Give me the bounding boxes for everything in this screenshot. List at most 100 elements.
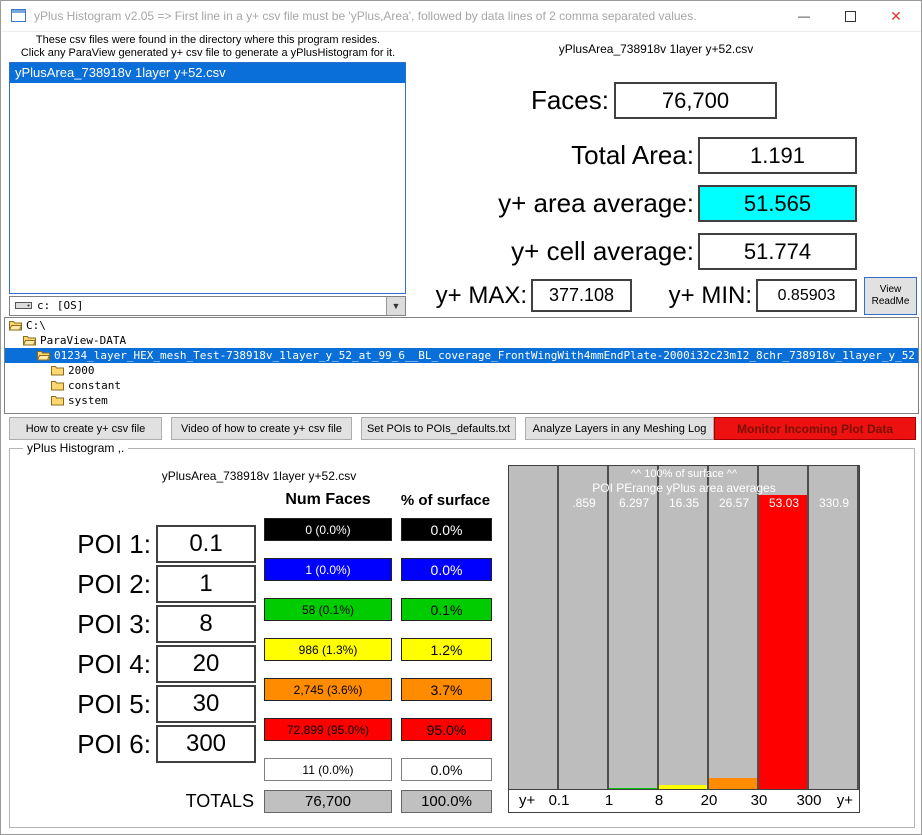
poi-6-num-faces: 72,899 (95.0%) <box>264 718 392 741</box>
chart-title: ^^ 100% of surface ^^ <box>509 468 859 480</box>
axis-tick: y+ <box>837 790 853 812</box>
instructions-line-2: Click any ParaView generated y+ csv file… <box>9 47 407 60</box>
maximize-button[interactable] <box>827 1 873 31</box>
tree-item[interactable]: ParaView-DATA <box>5 333 918 348</box>
poi-5-input[interactable] <box>156 685 256 723</box>
tree-item[interactable]: 2000 <box>5 363 918 378</box>
yplus-area-average-value: 51.565 <box>698 185 857 222</box>
bin-average: 26.57 <box>709 496 759 510</box>
chart-bar <box>709 778 757 789</box>
axis-tick: 30 <box>751 790 768 812</box>
poi-1-pct: 0.0% <box>401 518 492 541</box>
current-csv-label: yPlusArea_738918v 1layer y+52.csv <box>491 42 821 56</box>
poi-4-input[interactable] <box>156 645 256 683</box>
axis-tick: 8 <box>655 790 663 812</box>
axis-tick: 300 <box>796 790 821 812</box>
instructions-line-1: These csv files were found in the direct… <box>9 34 407 47</box>
bin-averages-row: .859 6.297 16.35 26.57 53.03 330.9 <box>509 496 859 510</box>
bin-average: 6.297 <box>609 496 659 510</box>
yplus-min-value: 0.85903 <box>756 279 857 312</box>
bin-average: 330.9 <box>809 496 859 510</box>
bin-average: 16.35 <box>659 496 709 510</box>
totals-label: TOTALS <box>119 790 254 813</box>
tree-item-label: constant <box>68 379 121 392</box>
folder-icon <box>51 395 64 406</box>
yplus-max-value: 377.108 <box>531 279 632 312</box>
chart-column-20-30 <box>709 466 759 789</box>
how-to-create-csv-button[interactable]: How to create y+ csv file <box>9 417 162 440</box>
tree-item-label: ParaView-DATA <box>40 334 126 347</box>
drive-icon <box>15 300 32 311</box>
folder-open-icon <box>9 320 22 331</box>
poi-1-input[interactable] <box>156 525 256 563</box>
tree-item-root[interactable]: C:\ <box>5 318 918 333</box>
analyze-layers-button[interactable]: Analyze Layers in any Meshing Log <box>525 417 714 440</box>
yplus-max-label: y+ MAX: <box>401 279 527 312</box>
poi-4-pct: 1.2% <box>401 638 492 661</box>
num-faces-header: Num Faces <box>264 491 392 509</box>
tree-item-label: system <box>68 394 108 407</box>
poi-3-pct: 0.1% <box>401 598 492 621</box>
tree-item-label: C:\ <box>26 319 46 332</box>
group-title: yPlus Histogram ,. <box>23 441 128 455</box>
poi-6-label: POI 6: <box>41 725 151 763</box>
chart-bar <box>759 495 807 789</box>
close-icon: ✕ <box>890 8 902 24</box>
view-readme-button[interactable]: View ReadMe <box>864 277 917 315</box>
poi-2-label: POI 2: <box>41 565 151 603</box>
poi-3-input[interactable] <box>156 605 256 643</box>
bin-average: 53.03 <box>759 496 809 510</box>
axis-tick: 1 <box>605 790 613 812</box>
totals-num-faces: 76,700 <box>264 790 392 813</box>
poi-2-num-faces: 1 (0.0%) <box>264 558 392 581</box>
directory-tree[interactable]: C:\ ParaView-DATA 01234_layer_HEX_mesh_T… <box>4 317 919 414</box>
yplus-min-label: y+ MIN: <box>635 279 752 312</box>
drive-selector[interactable]: c: [OS] ▼ <box>9 296 406 316</box>
csv-file-listbox[interactable]: yPlusArea_738918v 1layer y+52.csv <box>9 62 406 294</box>
total-area-label: Total Area: <box>461 137 694 174</box>
tree-item[interactable]: system <box>5 393 918 408</box>
chart-column-8-20 <box>659 466 709 789</box>
poi-2-input[interactable] <box>156 565 256 603</box>
tree-item-label: 01234_layer_HEX_mesh_Test-738918v_1layer… <box>54 349 915 362</box>
poi-1-label: POI 1: <box>41 525 151 563</box>
chart-column-30-300 <box>759 466 809 789</box>
poi-5-label: POI 5: <box>41 685 151 723</box>
drive-label: c: [OS] <box>37 297 83 315</box>
chart-column-1-8 <box>609 466 659 789</box>
view-readme-label-line1: View <box>880 284 902 295</box>
tree-item[interactable]: constant <box>5 378 918 393</box>
tree-item-selected[interactable]: 01234_layer_HEX_mesh_Test-738918v_1layer… <box>5 348 918 363</box>
overflow-num-faces: 11 (0.0%) <box>264 758 392 781</box>
poi-4-label: POI 4: <box>41 645 151 683</box>
monitor-plot-data-button[interactable]: Monitor Incoming Plot Data <box>714 417 916 440</box>
close-button[interactable]: ✕ <box>873 1 919 31</box>
chart-column-lt-0p1 <box>509 466 559 789</box>
axis-tick: 0.1 <box>549 790 570 812</box>
set-pois-defaults-button[interactable]: Set POIs to POIs_defaults.txt <box>361 417 516 440</box>
totals-pct: 100.0% <box>401 790 492 813</box>
minimize-button[interactable]: — <box>781 1 827 31</box>
axis-tick: 20 <box>701 790 718 812</box>
folder-open-icon <box>23 335 36 346</box>
faces-label: Faces: <box>421 82 609 119</box>
chart-bar <box>609 788 657 789</box>
csv-file-item-label: yPlusArea_738918v 1layer y+52.csv <box>15 65 226 80</box>
poi-2-pct: 0.0% <box>401 558 492 581</box>
chart-bar <box>659 785 707 789</box>
csv-file-item[interactable]: yPlusArea_738918v 1layer y+52.csv <box>10 63 405 83</box>
bin-average <box>509 496 559 510</box>
pct-surface-header: % of surface <box>397 492 494 509</box>
instructions-text: These csv files were found in the direct… <box>9 34 407 60</box>
poi-6-pct: 95.0% <box>401 718 492 741</box>
chart-column-gt-300 <box>809 466 859 789</box>
window-title: yPlus Histogram v2.05 => First line in a… <box>34 1 697 31</box>
faces-value: 76,700 <box>614 82 777 119</box>
total-area-value: 1.191 <box>698 137 857 174</box>
yplus-cell-average-label: y+ cell average: <box>421 233 694 270</box>
poi-6-input[interactable] <box>156 725 256 763</box>
video-how-to-create-csv-button[interactable]: Video of how to create y+ csv file <box>171 417 352 440</box>
poi-1-num-faces: 0 (0.0%) <box>264 518 392 541</box>
window-titlebar: yPlus Histogram v2.05 => First line in a… <box>1 1 921 32</box>
yplus-cell-average-value: 51.774 <box>698 233 857 270</box>
